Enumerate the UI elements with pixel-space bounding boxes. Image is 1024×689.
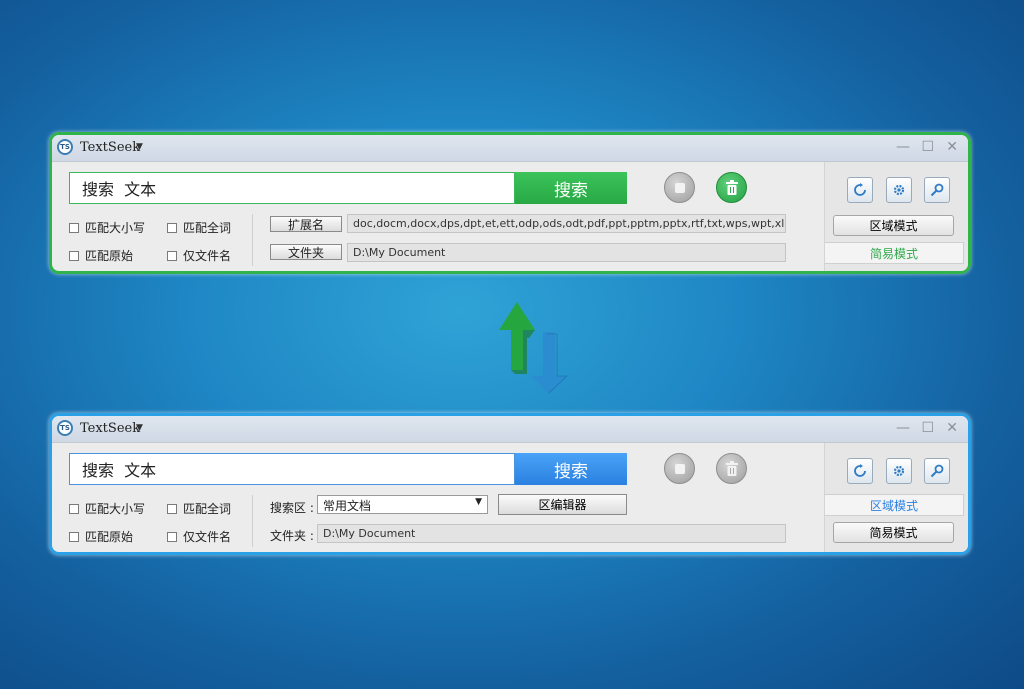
zone-editor-button[interactable]: 区编辑器 [498,494,627,515]
search-button[interactable]: 搜索 [515,172,627,204]
checkbox-label: 匹配全词 [183,502,232,516]
filename-only-checkbox[interactable]: 仅文件名 [167,247,231,264]
checkbox-label: 匹配全词 [183,221,232,235]
search-input[interactable] [70,454,516,484]
close-button[interactable]: ✕ [946,420,958,436]
tools-button[interactable] [924,458,950,484]
clear-button[interactable] [716,172,747,203]
search-box [69,172,516,204]
settings-button[interactable] [886,177,912,203]
search-button[interactable]: 搜索 [515,453,627,485]
checkbox-box[interactable] [167,531,177,542]
checkbox-label: 仅文件名 [183,530,232,544]
checkbox-label: 仅文件名 [183,249,232,263]
match-whole-word-checkbox[interactable]: 匹配全词 [167,500,231,517]
folder-field[interactable]: D:\My Document [347,243,786,262]
simple-mode-button[interactable]: 简易模式 [833,522,954,543]
main-panel: 搜索 匹配大小写 匹配全词 匹配原始 仅文件名 扩展名 doc,docm,doc… [52,162,824,271]
settings-icon [893,465,905,477]
chevron-down-icon: ▼ [475,497,482,507]
refresh-icon [854,464,866,477]
checkbox-box[interactable] [69,250,79,261]
search-tool-icon [930,183,944,197]
textseek-window-zone: TS TextSeek ▼ — ☐ ✕ 搜索 匹配大小写 匹配全词 匹配原始 仅… [49,413,971,555]
checkbox-box[interactable] [69,222,79,233]
checkbox-label: 匹配大小写 [85,221,146,235]
trash-icon [725,460,738,476]
search-tool-icon [930,464,944,478]
side-panel: 区域模式 简易模式 [824,443,968,552]
checkbox-box[interactable] [69,531,79,542]
extension-field[interactable]: doc,docm,docx,dps,dpt,et,ett,odp,ods,odt… [347,214,786,233]
maximize-button[interactable]: ☐ [921,139,934,155]
swap-arrows-icon [499,302,569,394]
match-original-checkbox[interactable]: 匹配原始 [69,528,133,545]
zone-select[interactable]: 常用文档 ▼ [317,495,488,514]
close-button[interactable]: ✕ [946,139,958,155]
app-name: TextSeek [80,421,141,436]
refresh-icon [854,183,866,196]
zone-mode-button[interactable]: 区域模式 [833,215,954,236]
folder-label: 文件夹 : [270,529,314,543]
tools-button[interactable] [924,177,950,203]
zone-select-value: 常用文档 [323,499,372,513]
divider [252,214,253,266]
trash-icon [725,179,738,195]
main-panel: 搜索 匹配大小写 匹配全词 匹配原始 仅文件名 搜索区 : 常用文档 ▼ 区编辑… [52,443,824,552]
refresh-button[interactable] [847,458,873,484]
checkbox-label: 匹配原始 [85,249,134,263]
checkbox-label: 匹配原始 [85,530,134,544]
title-bar: TS TextSeek ▼ — ☐ ✕ [52,416,968,443]
maximize-button[interactable]: ☐ [921,420,934,436]
search-box [69,453,516,485]
checkbox-box[interactable] [167,222,177,233]
clear-button[interactable] [716,453,747,484]
app-logo-icon: TS [57,139,73,155]
stop-button[interactable] [664,453,695,484]
title-bar: TS TextSeek ▼ — ☐ ✕ [52,135,968,162]
checkbox-box[interactable] [167,503,177,514]
match-original-checkbox[interactable]: 匹配原始 [69,247,133,264]
filename-only-checkbox[interactable]: 仅文件名 [167,528,231,545]
minimize-button[interactable]: — [896,139,910,155]
textseek-window-simple: TS TextSeek ▼ — ☐ ✕ 搜索 匹配大小写 匹配全词 匹配原始 仅… [49,132,971,274]
match-case-checkbox[interactable]: 匹配大小写 [69,219,145,236]
settings-icon [893,184,905,196]
simple-mode-tab[interactable]: 简易模式 [825,242,964,264]
stop-icon [674,463,685,474]
checkbox-box[interactable] [167,250,177,261]
match-case-checkbox[interactable]: 匹配大小写 [69,500,145,517]
settings-button[interactable] [886,458,912,484]
extension-button[interactable]: 扩展名 [270,216,342,232]
match-whole-word-checkbox[interactable]: 匹配全词 [167,219,231,236]
stop-button[interactable] [664,172,695,203]
zone-label: 搜索区 : [270,501,314,515]
app-name: TextSeek [80,140,141,155]
minimize-button[interactable]: — [896,420,910,436]
app-logo-icon: TS [57,420,73,436]
app-menu-dropdown-icon[interactable]: ▼ [136,423,143,433]
side-panel: 区域模式 简易模式 [824,162,968,271]
folder-button[interactable]: 文件夹 [270,244,342,260]
divider [252,495,253,547]
checkbox-label: 匹配大小写 [85,502,146,516]
zone-mode-tab[interactable]: 区域模式 [825,494,964,516]
stop-icon [674,182,685,193]
app-menu-dropdown-icon[interactable]: ▼ [136,142,143,152]
folder-field[interactable]: D:\My Document [317,524,786,543]
refresh-button[interactable] [847,177,873,203]
checkbox-box[interactable] [69,503,79,514]
search-input[interactable] [70,173,516,203]
